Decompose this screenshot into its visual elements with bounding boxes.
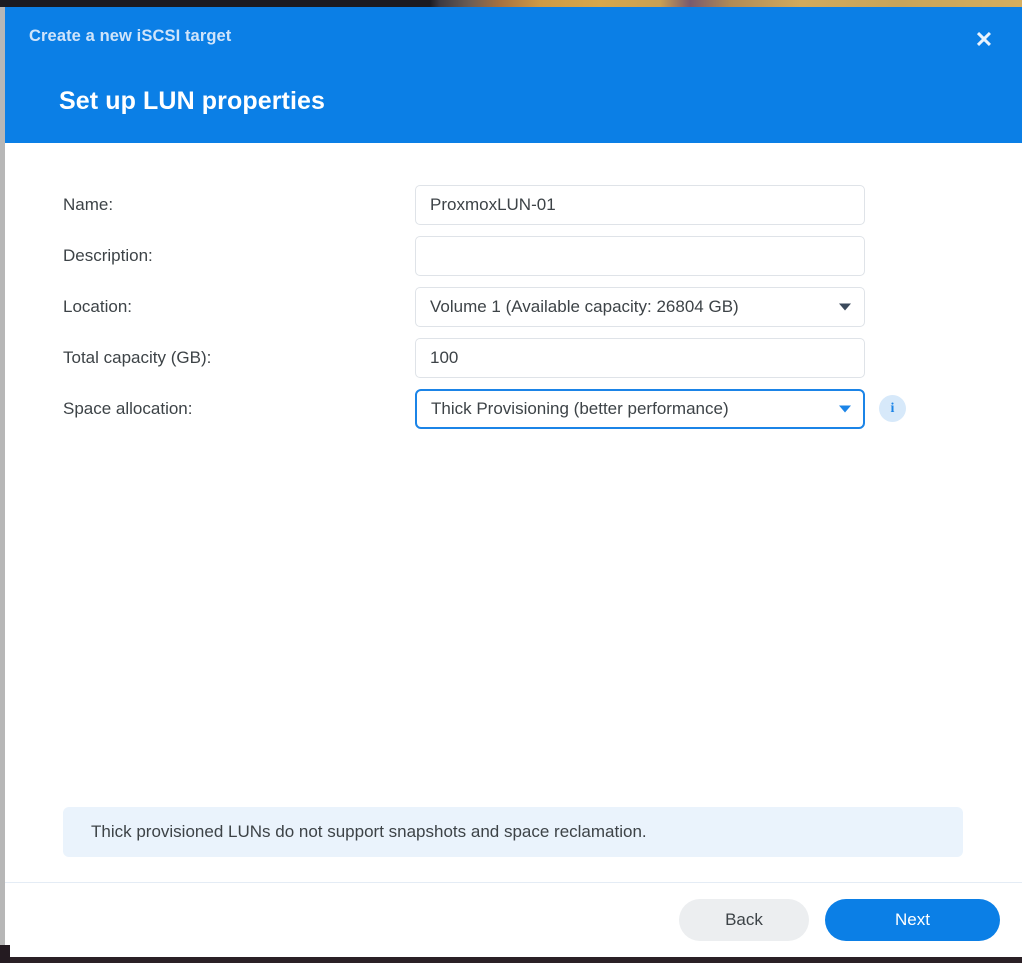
total-capacity-input[interactable]	[415, 337, 865, 378]
dialog-footer: Back Next	[5, 882, 1022, 957]
taskbar-corner	[0, 945, 10, 963]
location-select[interactable]: Volume 1 (Available capacity: 26804 GB)	[415, 286, 865, 327]
create-iscsi-target-dialog: Create a new iSCSI target Set up LUN pro…	[5, 7, 1022, 957]
form-row-name: Name:	[5, 179, 1022, 230]
location-select-wrap: Volume 1 (Available capacity: 26804 GB)	[415, 286, 865, 327]
name-control	[415, 184, 865, 225]
location-select-value: Volume 1 (Available capacity: 26804 GB)	[430, 296, 739, 316]
info-icon[interactable]: i	[879, 395, 906, 422]
location-label: Location:	[63, 296, 132, 316]
notice-banner: Thick provisioned LUNs do not support sn…	[63, 807, 963, 857]
form-row-location: Location: Volume 1 (Available capacity: …	[5, 281, 1022, 332]
name-input[interactable]	[415, 184, 865, 225]
page-title: Set up LUN properties	[59, 87, 326, 115]
description-control	[415, 235, 865, 276]
next-button[interactable]: Next	[825, 899, 1000, 941]
space-allocation-select[interactable]: Thick Provisioning (better performance)	[415, 388, 865, 429]
description-input[interactable]	[415, 235, 865, 276]
space-allocation-select-wrap: Thick Provisioning (better performance)	[415, 388, 865, 429]
notice-text: Thick provisioned LUNs do not support sn…	[91, 822, 647, 841]
dialog-header: Create a new iSCSI target Set up LUN pro…	[5, 7, 1022, 143]
total-capacity-label: Total capacity (GB):	[63, 347, 212, 367]
space-allocation-control: Thick Provisioning (better performance)	[415, 388, 865, 429]
form-row-description: Description:	[5, 230, 1022, 281]
space-allocation-label: Space allocation:	[63, 398, 193, 418]
desktop-wallpaper-strip	[0, 0, 1022, 7]
lun-properties-form: Name: Description: Location:	[5, 179, 1022, 434]
taskbar-strip	[0, 957, 1022, 963]
total-capacity-control	[415, 337, 865, 378]
close-icon[interactable]: ✕	[969, 25, 999, 55]
form-row-total-capacity: Total capacity (GB):	[5, 332, 1022, 383]
space-allocation-select-value: Thick Provisioning (better performance)	[431, 398, 729, 418]
description-label: Description:	[63, 245, 153, 265]
screen: Create a new iSCSI target Set up LUN pro…	[0, 0, 1022, 963]
back-button[interactable]: Back	[679, 899, 809, 941]
page-left-gutter	[0, 7, 5, 958]
location-control: Volume 1 (Available capacity: 26804 GB)	[415, 286, 865, 327]
name-label: Name:	[63, 194, 114, 214]
dialog-body: Name: Description: Location:	[5, 143, 1022, 882]
form-row-space-allocation: Space allocation: Thick Provisioning (be…	[5, 383, 1022, 434]
dialog-eyebrow-title: Create a new iSCSI target	[29, 27, 232, 45]
